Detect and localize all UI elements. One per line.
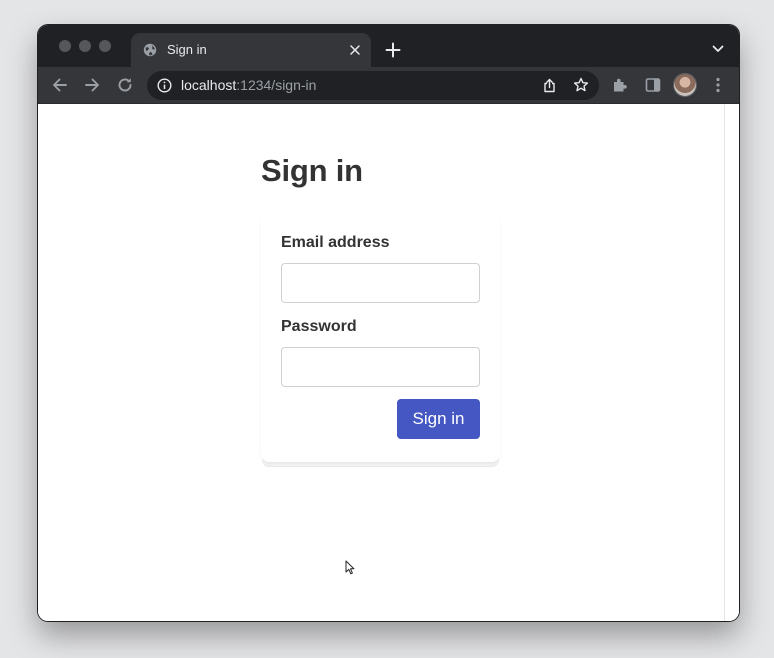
close-window-button[interactable]: [59, 40, 71, 52]
url-host: localhost: [181, 77, 237, 93]
address-bar[interactable]: localhost:1234/sign-in: [147, 71, 599, 100]
email-label: Email address: [281, 234, 390, 251]
minimize-window-button[interactable]: [79, 40, 91, 52]
url-path: :1234/sign-in: [236, 77, 317, 93]
tab-sign-in[interactable]: Sign in: [131, 33, 371, 67]
star-icon[interactable]: [573, 77, 589, 93]
email-field[interactable]: [281, 263, 480, 303]
share-icon[interactable]: [542, 78, 557, 93]
chevron-down-icon[interactable]: [711, 42, 725, 56]
maximize-window-button[interactable]: [99, 40, 111, 52]
side-panel-icon[interactable]: [643, 75, 663, 95]
scrollbar-track[interactable]: [724, 104, 725, 621]
info-icon[interactable]: [157, 78, 172, 93]
tab-title: Sign in: [167, 42, 207, 57]
arrow-right-icon[interactable]: [82, 75, 102, 95]
plus-icon[interactable]: [384, 41, 402, 59]
puzzle-icon[interactable]: [610, 75, 630, 95]
password-field[interactable]: [281, 347, 480, 387]
globe-icon: [143, 43, 157, 57]
page-viewport: Sign in Email address Password Sign in: [38, 104, 739, 621]
reload-icon[interactable]: [115, 75, 135, 95]
mouse-cursor-icon: [345, 560, 355, 575]
sign-in-form: Email address Password Sign in: [261, 214, 500, 462]
profile-avatar[interactable]: [674, 74, 696, 96]
arrow-left-icon[interactable]: [50, 75, 70, 95]
close-icon[interactable]: [348, 43, 362, 57]
page-title: Sign in: [261, 153, 363, 188]
browser-window: Sign in localhost:1234/sign-in Sign in E…: [38, 25, 739, 621]
url-text[interactable]: localhost:1234/sign-in: [181, 77, 316, 93]
tab-strip: Sign in: [38, 25, 739, 67]
password-label: Password: [281, 318, 357, 335]
sign-in-button[interactable]: Sign in: [397, 399, 480, 439]
kebab-menu-icon[interactable]: [708, 75, 728, 95]
browser-toolbar: localhost:1234/sign-in: [38, 67, 739, 104]
